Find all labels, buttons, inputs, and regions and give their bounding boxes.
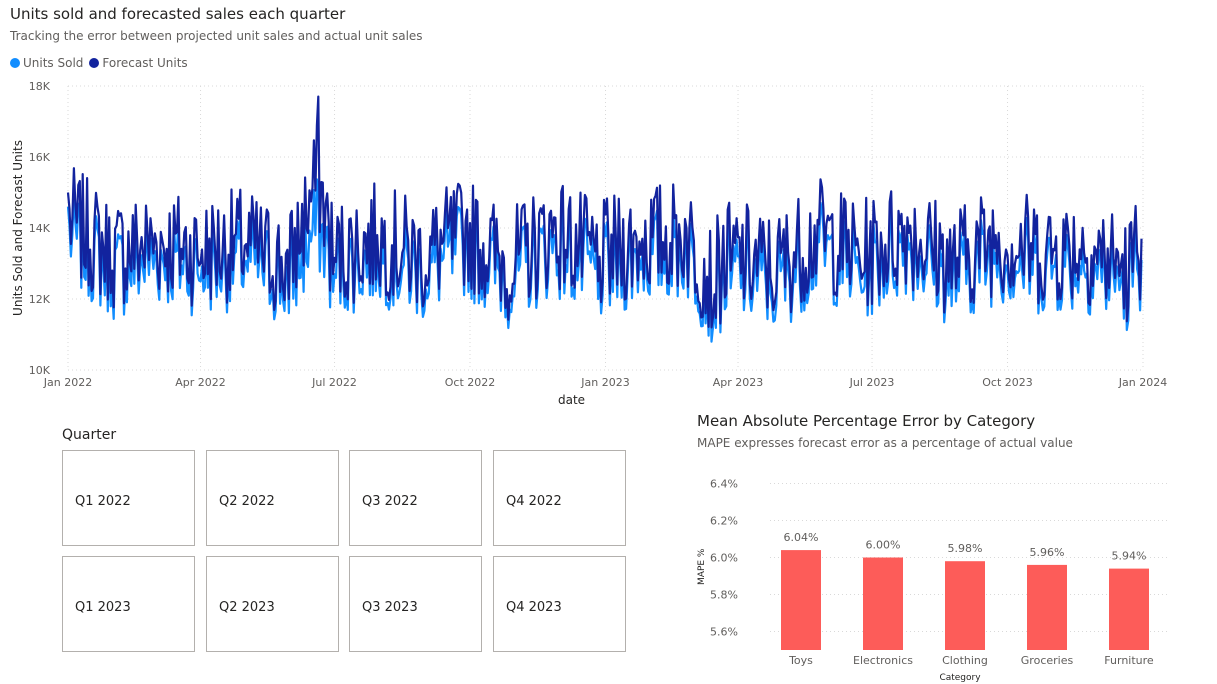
y-tick-label: 14K [29, 222, 51, 235]
x-tick-label: Apr 2022 [175, 376, 226, 389]
x-tick-label: Jan 2024 [1118, 376, 1167, 389]
x-tick-label: Oct 2023 [982, 376, 1033, 389]
y-tick-label: 16K [29, 151, 51, 164]
quarter-tile-label: Q2 2023 [219, 600, 275, 615]
legend-item-forecast-units[interactable]: Forecast Units [89, 56, 188, 70]
x-tick-label: Toys [788, 654, 813, 667]
quarter-tile[interactable]: Q4 2022 [493, 450, 626, 546]
y-tick-label: 18K [29, 80, 51, 93]
y-axis-title: MAPE % [697, 548, 707, 585]
x-axis-title: Category [939, 673, 981, 683]
x-tick-label: Jan 2023 [580, 376, 629, 389]
quarter-tile-label: Q1 2022 [75, 494, 131, 509]
line-chart-title: Units sold and forecasted sales each qua… [10, 5, 346, 23]
x-tick-label: Apr 2023 [713, 376, 764, 389]
bar [1109, 568, 1149, 650]
x-tick-label: Jul 2023 [849, 376, 895, 389]
legend-dot-icon [10, 58, 20, 68]
bar [863, 557, 903, 650]
bar-chart[interactable]: 5.6% 5.8% 6.0% 6.2% 6.4% MAPE % 6.04% Toys 6.00%… [690, 465, 1190, 684]
quarter-tile-label: Q1 2023 [75, 600, 131, 615]
bar [945, 561, 985, 650]
quarter-tile[interactable]: Q2 2023 [206, 556, 339, 652]
x-tick-label: Clothing [942, 654, 988, 667]
y-tick-label: 6.0% [710, 552, 738, 565]
legend-label: Forecast Units [102, 56, 188, 70]
data-label: 5.94% [1112, 550, 1147, 563]
quarter-tile-label: Q3 2022 [362, 494, 418, 509]
legend-item-units-sold[interactable]: Units Sold [10, 56, 83, 70]
data-label: 5.98% [948, 542, 983, 555]
line-chart-subtitle: Tracking the error between projected uni… [10, 29, 423, 43]
x-tick-label: Oct 2022 [445, 376, 496, 389]
data-label: 6.00% [866, 539, 901, 552]
quarter-tile[interactable]: Q4 2023 [493, 556, 626, 652]
data-label: 5.96% [1030, 546, 1065, 559]
y-tick-label: 5.6% [710, 626, 738, 639]
quarter-tile[interactable]: Q1 2023 [62, 556, 195, 652]
bar-chart-subtitle: MAPE expresses forecast error as a perce… [697, 436, 1073, 450]
x-axis-title: date [558, 393, 585, 407]
quarter-tile[interactable]: Q3 2022 [349, 450, 482, 546]
quarter-tile-label: Q4 2023 [506, 600, 562, 615]
x-tick-label: Furniture [1104, 654, 1154, 667]
y-tick-label: 6.4% [710, 478, 738, 491]
quarter-tile-label: Q3 2023 [362, 600, 418, 615]
x-tick-label: Jan 2022 [43, 376, 92, 389]
line-chart-legend: Units Sold Forecast Units [10, 56, 188, 70]
quarter-tile-label: Q2 2022 [219, 494, 275, 509]
quarter-tile[interactable]: Q3 2023 [349, 556, 482, 652]
quarter-tile[interactable]: Q1 2022 [62, 450, 195, 546]
legend-dot-icon [89, 58, 100, 68]
y-tick-label: 12K [29, 293, 51, 306]
quarter-tile[interactable]: Q2 2022 [206, 450, 339, 546]
bar-chart-title: Mean Absolute Percentage Error by Catego… [697, 412, 1036, 430]
legend-label: Units Sold [23, 56, 84, 70]
y-axis-title: Units Sold and Forecast Units [11, 140, 25, 316]
x-tick-label: Electronics [853, 654, 913, 667]
bar [781, 550, 821, 650]
quarter-tile-label: Q4 2022 [506, 494, 562, 509]
y-tick-label: 6.2% [710, 515, 738, 528]
data-label: 6.04% [784, 531, 819, 544]
quarter-slicer-title: Quarter [62, 427, 117, 443]
y-tick-label: 5.8% [710, 589, 738, 602]
x-tick-label: Jul 2022 [311, 376, 357, 389]
bar [1027, 564, 1067, 650]
x-tick-label: Groceries [1021, 654, 1074, 667]
line-chart[interactable]: 10K12K14K16K18KJan 2022 Apr 2022 Jul 2022 O… [0, 75, 1217, 410]
